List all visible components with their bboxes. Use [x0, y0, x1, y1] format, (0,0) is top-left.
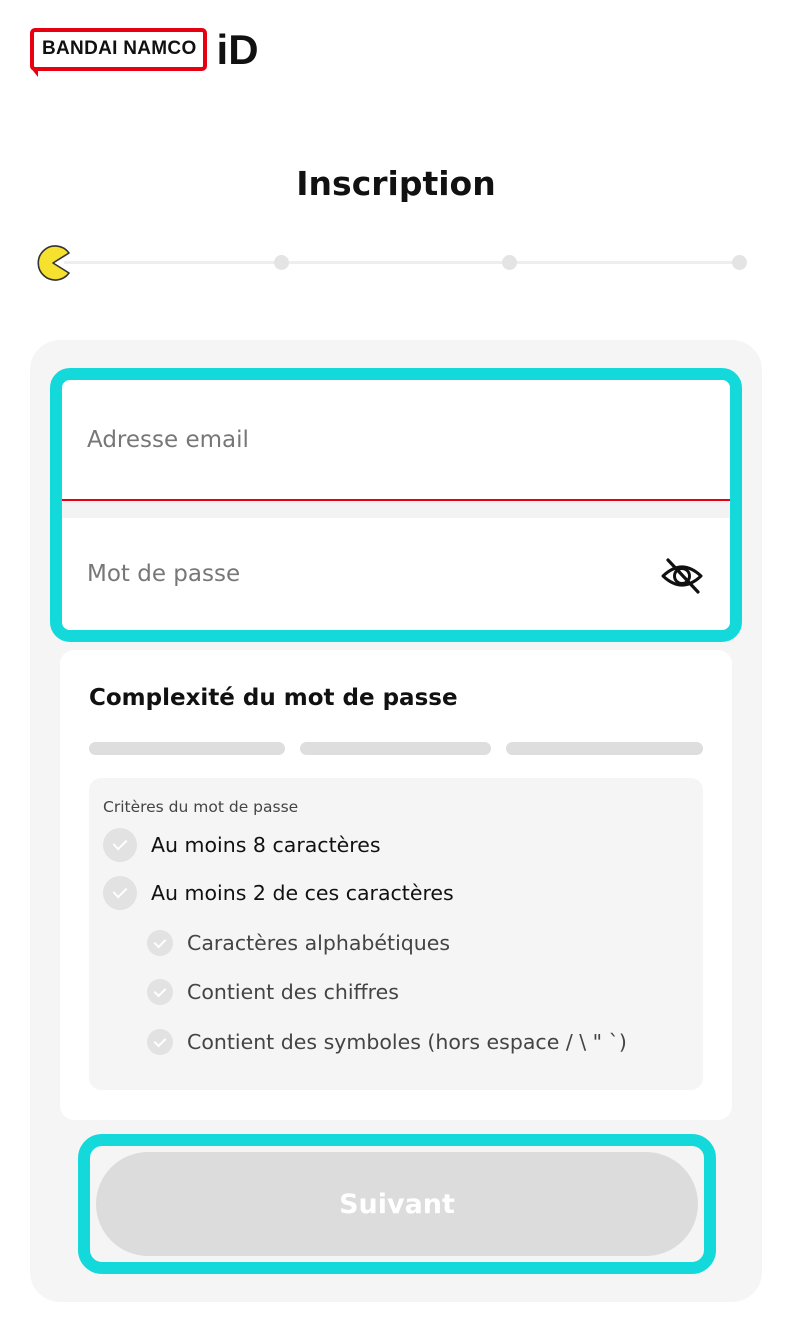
sub-criteria-label: Caractères alphabétiques: [187, 931, 451, 955]
logo-text: BANDAI NAMCO: [42, 38, 197, 59]
registration-stepper: [34, 244, 754, 282]
check-circle-icon: [147, 930, 173, 956]
criteria-item: Au moins 2 de ces caractères: [103, 876, 454, 910]
check-circle-icon: [147, 1029, 173, 1055]
bandai-namco-logo: BANDAI NAMCO: [30, 28, 207, 77]
complexity-title: Complexité du mot de passe: [89, 685, 458, 711]
next-button[interactable]: Suivant: [96, 1152, 698, 1256]
check-circle-icon: [103, 828, 137, 862]
criteria-label: Au moins 2 de ces caractères: [151, 881, 454, 905]
step-dot-4: [732, 255, 747, 270]
step-dot-2: [274, 255, 289, 270]
strength-bar-1: [89, 742, 285, 755]
logo-id-text: iD: [216, 25, 259, 73]
eye-slash-icon[interactable]: [660, 556, 704, 596]
check-circle-icon: [103, 876, 137, 910]
logo-speech-tail-icon: [30, 67, 38, 77]
pacman-icon: [37, 245, 70, 281]
next-button-highlight: Suivant: [78, 1134, 716, 1274]
email-input[interactable]: [62, 380, 730, 499]
password-criteria-box: Critères du mot de passe Au moins 8 cara…: [89, 778, 703, 1090]
credentials-group: [50, 368, 742, 642]
criteria-item: Au moins 8 caractères: [103, 828, 381, 862]
criteria-heading: Critères du mot de passe: [103, 798, 299, 816]
sub-criteria-item: Contient des symboles (hors espace / \ "…: [147, 1029, 627, 1055]
strength-bar-2: [300, 742, 491, 755]
sub-criteria-item: Caractères alphabétiques: [147, 930, 450, 956]
bandai-namco-id-logo: BANDAI NAMCO iD: [30, 25, 259, 77]
page-title: Inscription: [296, 164, 496, 203]
strength-bar-3: [506, 742, 703, 755]
criteria-label: Au moins 8 caractères: [151, 833, 381, 857]
email-field-container: [62, 380, 730, 501]
stepper-track: [64, 261, 742, 264]
check-circle-icon: [147, 979, 173, 1005]
password-input[interactable]: [62, 518, 730, 630]
password-complexity-panel: Complexité du mot de passe Critères du m…: [60, 650, 732, 1120]
sub-criteria-item: Contient des chiffres: [147, 979, 399, 1005]
password-field-container: [62, 518, 730, 630]
sub-criteria-label: Contient des symboles (hors espace / \ "…: [187, 1030, 627, 1054]
step-dot-3: [502, 255, 517, 270]
sub-criteria-label: Contient des chiffres: [187, 980, 399, 1004]
